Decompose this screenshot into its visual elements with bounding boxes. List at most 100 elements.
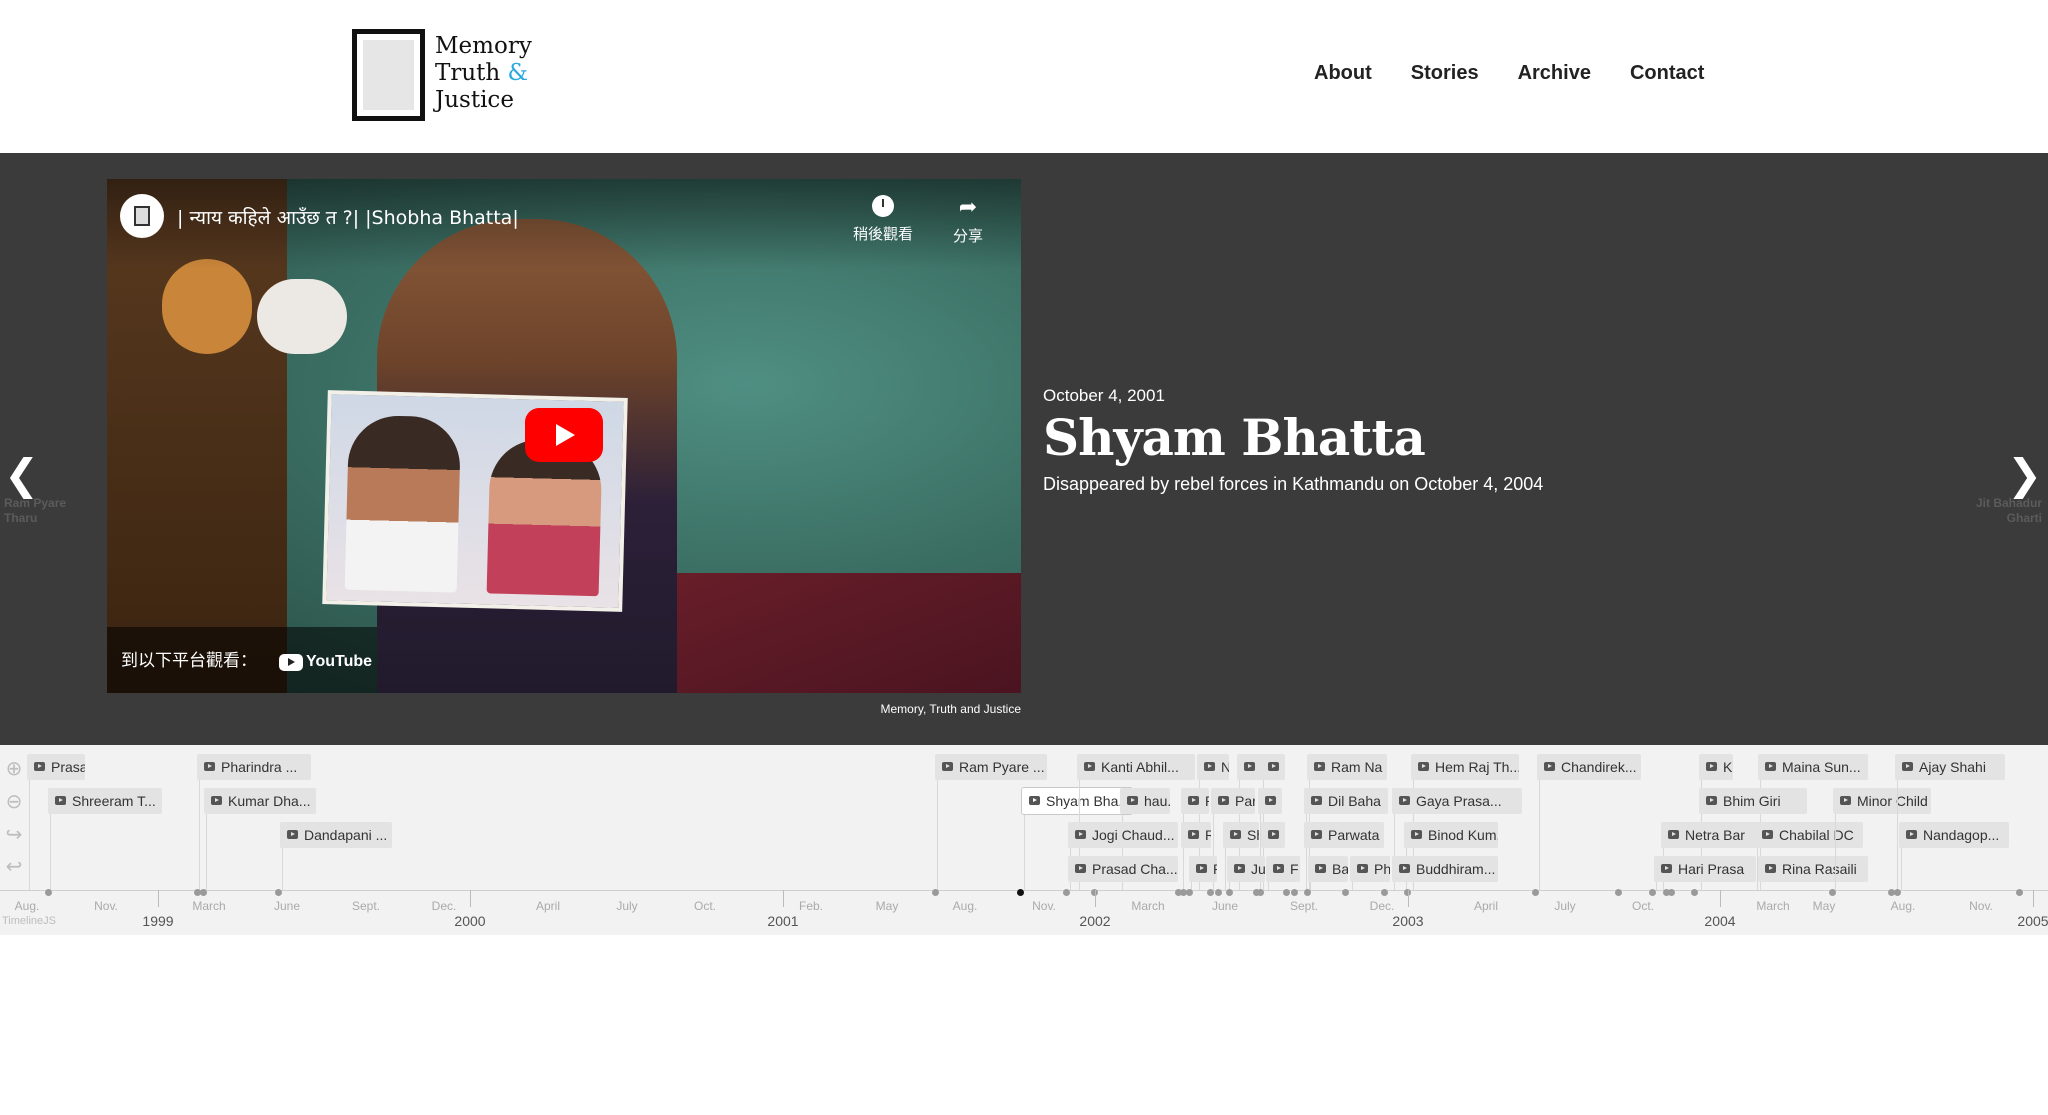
timeline-marker[interactable]: Ba bbox=[1308, 856, 1348, 882]
timeline-marker[interactable]: Rina Rasaili bbox=[1758, 856, 1868, 882]
zoom-in-icon[interactable]: ⊕ bbox=[3, 757, 25, 779]
timeline-dot bbox=[1207, 889, 1214, 896]
prev-slide-label[interactable]: Ram Pyare Tharu bbox=[4, 496, 66, 526]
axis-month-label: Dec. bbox=[1369, 899, 1395, 913]
timeline-marker-line bbox=[1183, 848, 1184, 890]
timeline-marker[interactable]: F bbox=[1266, 856, 1300, 882]
share-button[interactable]: ➦ 分享 bbox=[953, 195, 983, 246]
timeline-marker[interactable]: Dandapani ... bbox=[280, 822, 392, 848]
timeline-marker-line bbox=[1310, 882, 1311, 890]
axis-month-label: Aug. bbox=[1890, 899, 1916, 913]
timeline-marker-active[interactable]: Shyam Bha... bbox=[1022, 788, 1132, 814]
axis-month-label: Feb. bbox=[798, 899, 824, 913]
timeline-marker[interactable]: Hari Prasa bbox=[1654, 856, 1756, 882]
youtube-logo-link[interactable]: YouTube bbox=[279, 653, 372, 671]
timeline-marker[interactable]: Binod Kum... bbox=[1404, 822, 1498, 848]
timeline-marker[interactable]: hau... bbox=[1120, 788, 1170, 814]
timeline-marker[interactable]: Prasa... bbox=[27, 754, 85, 780]
timeline-marker[interactable]: Kedarr bbox=[1699, 754, 1733, 780]
timeline-marker[interactable]: C bbox=[1261, 754, 1285, 780]
timeline-marker[interactable]: Ph bbox=[1350, 856, 1390, 882]
timeline-marker[interactable]: Ram Na bbox=[1307, 754, 1387, 780]
site-logo[interactable]: Memory Truth & Justice bbox=[352, 29, 532, 121]
timeline-marker[interactable]: Parwata bbox=[1304, 822, 1384, 848]
timeline-marker-line bbox=[937, 780, 938, 890]
timeline-dot bbox=[1215, 889, 1222, 896]
youtube-embed[interactable]: | न्याय कहिले आउँछ त ?| |Shobha Bhatta| … bbox=[107, 179, 1021, 693]
next-slide-label[interactable]: Jit Bahadur Gharti bbox=[1960, 496, 2042, 526]
timeline-marker[interactable]: Nandagop... bbox=[1899, 822, 2009, 848]
stuffed-toys bbox=[162, 259, 352, 359]
zoom-out-icon[interactable]: ⊖ bbox=[3, 790, 25, 812]
axis-year-tick bbox=[1408, 890, 1409, 907]
timeline-marker[interactable]: C bbox=[1261, 822, 1285, 848]
timeline-marker-line bbox=[50, 814, 51, 890]
play-icon[interactable] bbox=[525, 408, 603, 462]
timeline-marker[interactable]: Hem Raj Th... bbox=[1411, 754, 1519, 780]
axis-month-label: May bbox=[875, 899, 899, 913]
axis-month-label: Sept. bbox=[351, 899, 381, 913]
timeline-dot bbox=[1304, 889, 1311, 896]
timeline-marker[interactable]: Maina Sun... bbox=[1758, 754, 1868, 780]
timeline-marker[interactable]: Pharindra ... bbox=[197, 754, 311, 780]
timeline-dot bbox=[200, 889, 207, 896]
timeline-marker-line bbox=[1352, 882, 1353, 890]
channel-avatar-icon[interactable] bbox=[120, 194, 164, 238]
timeline-marker[interactable]: Bhim Giri bbox=[1699, 788, 1807, 814]
timeline-marker[interactable]: R bbox=[1189, 856, 1217, 882]
nav-about[interactable]: About bbox=[1314, 62, 1372, 85]
timeline-marker[interactable]: Chabilal DC bbox=[1755, 822, 1863, 848]
timeline-marker-line bbox=[199, 780, 200, 890]
media-caption: Memory, Truth and Justice bbox=[880, 702, 1022, 716]
timeline-marker[interactable]: Shreeram T... bbox=[48, 788, 162, 814]
timeline-dot bbox=[1283, 889, 1290, 896]
redo-icon[interactable]: ↪ bbox=[3, 823, 25, 845]
timeline-marker[interactable]: Minor Child bbox=[1833, 788, 1931, 814]
axis-year-tick bbox=[783, 890, 784, 907]
timeline-dot bbox=[1829, 889, 1836, 896]
nav-contact[interactable]: Contact bbox=[1630, 62, 1704, 85]
video-title[interactable]: | न्याय कहिले आउँछ त ?| |Shobha Bhatta| bbox=[177, 204, 519, 230]
timeline-marker[interactable]: Ajay Shahi bbox=[1895, 754, 2005, 780]
nav-stories[interactable]: Stories bbox=[1411, 62, 1479, 85]
timeline-marker-line bbox=[1539, 780, 1540, 890]
watch-later-button[interactable]: 稍後觀看 bbox=[853, 195, 913, 244]
timeline-marker[interactable]: Sh bbox=[1223, 822, 1259, 848]
timeline-marker[interactable]: Dil Baha bbox=[1304, 788, 1388, 814]
next-arrow-icon[interactable]: ❯ bbox=[2007, 450, 2042, 499]
timeline-marker-line bbox=[1835, 814, 1836, 890]
timeline-dot bbox=[275, 889, 282, 896]
axis-month-label: May bbox=[1812, 899, 1836, 913]
timeline-marker-line bbox=[282, 848, 283, 890]
axis-month-label: Oct. bbox=[1631, 899, 1655, 913]
timeline-marker[interactable]: P bbox=[1181, 788, 1209, 814]
timeline-dot bbox=[1291, 889, 1298, 896]
timeline-marker[interactable]: Prasad Cha... bbox=[1068, 856, 1178, 882]
timeline-marker[interactable]: Gaya Prasa... bbox=[1392, 788, 1522, 814]
prev-arrow-icon[interactable]: ❮ bbox=[4, 450, 39, 499]
axis-month-label: Aug. bbox=[952, 899, 978, 913]
timeline-marker-line bbox=[1268, 882, 1269, 890]
timeline-marker[interactable]: Kumar Dha... bbox=[204, 788, 316, 814]
timeline-marker[interactable]: Buddhiram... bbox=[1392, 856, 1498, 882]
timeline-marker[interactable]: Chandirek... bbox=[1537, 754, 1641, 780]
timeline-marker[interactable]: Jogi Chaud... bbox=[1068, 822, 1178, 848]
axis-month-label: June bbox=[1211, 899, 1239, 913]
nav-archive[interactable]: Archive bbox=[1518, 62, 1591, 85]
timeline-marker-line bbox=[1024, 814, 1025, 890]
timeline-marker[interactable]: Ram Pyare ... bbox=[935, 754, 1047, 780]
undo-icon[interactable]: ↩ bbox=[3, 855, 25, 877]
clock-icon bbox=[872, 195, 894, 217]
timeline-marker[interactable]: C bbox=[1258, 788, 1282, 814]
timeline-marker-line bbox=[1760, 882, 1761, 890]
timeline-marker[interactable]: Netra Bar bbox=[1661, 822, 1761, 848]
timeline-marker[interactable]: R bbox=[1181, 822, 1211, 848]
timeline-marker[interactable]: Jun bbox=[1227, 856, 1265, 882]
timeline-dot-active bbox=[1017, 889, 1024, 896]
timeline-dot bbox=[1063, 889, 1070, 896]
timeline-marker[interactable]: Par bbox=[1211, 788, 1255, 814]
slide-date: October 4, 2001 bbox=[1043, 386, 1165, 405]
timeline-marker[interactable]: N bbox=[1197, 754, 1229, 780]
timeline-marker[interactable]: Kanti Abhil... bbox=[1077, 754, 1195, 780]
axis-year-label: 2004 bbox=[1704, 913, 1736, 929]
